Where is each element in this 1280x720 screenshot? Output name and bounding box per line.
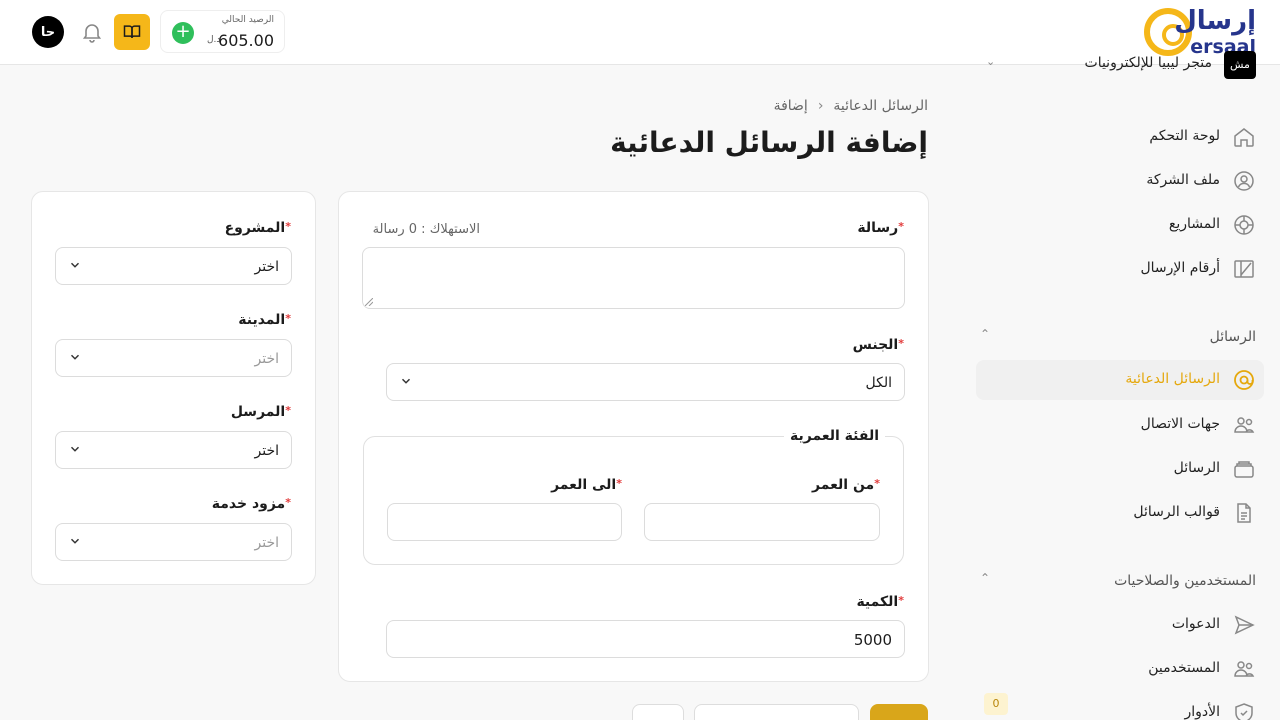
sender-select[interactable]: اختر [55, 431, 292, 469]
store-name: متجر ليبيا للإلكترونيات [1084, 55, 1212, 71]
city-select[interactable]: اختر [55, 339, 292, 377]
sidebar-item-label: الأدوار [1184, 704, 1220, 720]
age-from-label: *من العمر [812, 477, 880, 493]
gender-select[interactable]: الكل [386, 363, 905, 401]
sidebar-item-messages[interactable]: الرسائل [976, 449, 1264, 489]
avatar[interactable]: حا [32, 16, 64, 48]
chevron-down-icon [401, 378, 411, 384]
store-switcher[interactable]: مش متجر ليبيا للإلكترونيات ⌄ [986, 51, 1256, 81]
breadcrumb-parent-link[interactable]: الرسائل الدعائية [833, 98, 928, 114]
sender-label: *المرسل [230, 404, 291, 420]
sidebar-section-messages[interactable]: الرسائل ⌃ [976, 323, 1264, 353]
chevron-up-icon: ⌃ [980, 327, 991, 341]
quantity-value: 5000 [853, 631, 892, 649]
book-icon [123, 25, 141, 38]
sidebar-section-users[interactable]: المستخدمين والصلاحيات ⌃ [976, 567, 1264, 597]
provider-placeholder: اختر [254, 535, 280, 551]
template-file-icon [1237, 503, 1251, 523]
bell-icon[interactable] [80, 20, 104, 44]
users-icon [1234, 661, 1255, 677]
sidebar-item-label: الدعوات [1171, 616, 1220, 632]
logo-text-ar: إرسال [1174, 6, 1256, 36]
chevron-down-icon [70, 538, 80, 544]
user-circle-icon [1234, 171, 1254, 191]
chevron-down-icon [70, 354, 80, 360]
guide-button[interactable] [114, 14, 150, 50]
sidebar-item-company-profile[interactable]: ملف الشركة [976, 161, 1264, 201]
balance-currency: د.ل [207, 35, 221, 45]
sidebar-item-label: جهات الاتصال [1140, 416, 1220, 432]
globe-icon [1234, 215, 1254, 235]
secondary-button[interactable] [694, 704, 859, 720]
breadcrumb-current: إضافة [773, 98, 808, 114]
sidebar-item-label: المشاريع [1168, 216, 1220, 232]
sender-selected-value: اختر [254, 443, 280, 459]
messages-stack-icon [1234, 461, 1254, 478]
sidebar-item-label: الرسائل الدعائية [1125, 371, 1220, 387]
cancel-button[interactable] [632, 704, 684, 720]
age-group-fieldset: الفئة العمرية *من العمر *الى العمر [363, 428, 904, 565]
age-to-label: *الى العمر [551, 477, 622, 493]
section-label: المستخدمين والصلاحيات [1114, 573, 1256, 589]
sidebar-item-sender-numbers[interactable]: أرقام الإرسال [976, 249, 1264, 289]
sidebar-item-promo-messages[interactable]: الرسائل الدعائية [976, 360, 1264, 400]
quantity-input[interactable]: 5000 [386, 620, 905, 658]
contacts-icon [1234, 417, 1255, 433]
message-label: *رسالة [857, 220, 904, 236]
gender-label: *الجنس [852, 337, 904, 353]
balance-label: الرصيد الحالي [221, 15, 274, 25]
side-form-card: *المشروع اختر *المدينة اختر *المرسل اختر… [31, 191, 316, 585]
age-from-input[interactable] [644, 503, 880, 541]
add-balance-button[interactable]: + [172, 22, 194, 44]
age-group-legend: الفئة العمرية [783, 428, 885, 444]
chevron-down-icon: ⌄ [986, 55, 996, 68]
sidebar-item-label: الرسائل [1173, 460, 1220, 476]
chevron-down-icon [70, 262, 80, 268]
age-to-input[interactable] [387, 503, 622, 541]
message-textarea[interactable] [362, 247, 905, 309]
sidebar-item-invitations[interactable]: الدعوات [976, 605, 1264, 645]
shield-icon [1235, 703, 1253, 720]
sidebar-item-label: ملف الشركة [1146, 172, 1220, 188]
sidebar-item-roles[interactable]: الأدوار 0 [976, 693, 1264, 720]
resize-handle-icon[interactable] [365, 298, 373, 306]
sidebar-item-label: قوالب الرسائل [1133, 504, 1220, 520]
sidebar-item-label: لوحة التحكم [1149, 128, 1220, 144]
chevron-down-icon [70, 446, 80, 452]
section-label: الرسائل [1209, 329, 1256, 345]
submit-button[interactable] [870, 704, 928, 720]
sidebar-item-templates[interactable]: قوالب الرسائل [976, 493, 1264, 533]
provider-label: *مزود خدمة [211, 496, 291, 512]
sidebar-item-projects[interactable]: المشاريع [976, 205, 1264, 245]
page-title: إضافة الرسائل الدعائية [610, 126, 928, 159]
chevron-up-icon: ⌃ [980, 571, 991, 585]
sidebar-item-dashboard[interactable]: لوحة التحكم [976, 117, 1264, 157]
balance-widget: + الرصيد الحالي 605.00 د.ل [160, 10, 285, 53]
home-icon [1234, 128, 1254, 147]
provider-select[interactable]: اختر [55, 523, 292, 561]
sidebar: مش متجر ليبيا للإلكترونيات ⌄ لوحة التحكم… [976, 51, 1280, 720]
city-placeholder: اختر [254, 351, 280, 367]
breadcrumb: الرسائل الدعائية ‹ إضافة [774, 98, 928, 114]
store-badge: مش [1224, 51, 1256, 79]
send-icon [1234, 615, 1255, 635]
roles-count-badge: 0 [984, 693, 1008, 715]
project-label: *المشروع [224, 220, 291, 236]
sender-numbers-icon [1234, 260, 1254, 278]
project-selected-value: اختر [254, 259, 280, 275]
sidebar-item-label: المستخدمين [1148, 660, 1220, 676]
sidebar-item-label: أرقام الإرسال [1140, 260, 1220, 276]
main-form-card: *رسالة الاستهلاك : 0 رسالة *الجنس الكل ا… [338, 191, 929, 682]
quantity-label: *الكمية [856, 594, 904, 610]
gender-selected-value: الكل [865, 375, 893, 391]
consumption-counter: الاستهلاك : 0 رسالة [372, 222, 480, 237]
sidebar-item-contacts[interactable]: جهات الاتصال [976, 405, 1264, 445]
city-label: *المدينة [238, 312, 291, 328]
chevron-left-icon: ‹ [817, 98, 824, 114]
project-select[interactable]: اختر [55, 247, 292, 285]
sidebar-item-users[interactable]: المستخدمين [976, 649, 1264, 689]
at-icon [1234, 370, 1254, 390]
balance-amount: 605.00 [218, 31, 274, 50]
